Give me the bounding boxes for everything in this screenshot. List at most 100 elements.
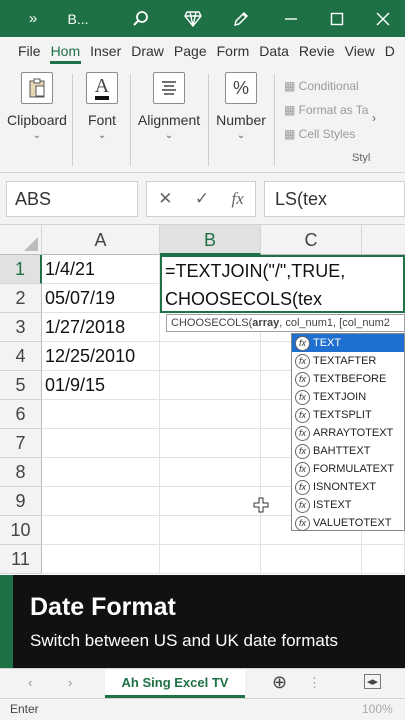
next-sheet-icon[interactable]: › — [68, 675, 72, 690]
search-icon[interactable] — [126, 0, 156, 37]
maximize-icon[interactable] — [322, 0, 352, 37]
conditional-formatting-button[interactable]: ▦ Conditional — [284, 74, 368, 98]
grid-cell[interactable] — [42, 400, 160, 429]
name-box[interactable]: ABS — [6, 181, 138, 217]
grid-cell[interactable] — [160, 371, 261, 400]
sheet-tab-bar: ‹ › Ah Sing Excel TV ⊕ ⋮ ◂▸ — [0, 668, 405, 698]
column-header-a[interactable]: A — [42, 225, 160, 255]
chevron-down-icon: ⌄ — [32, 130, 42, 141]
row-header[interactable]: 3 — [0, 313, 42, 342]
tab-review[interactable]: Revie — [294, 37, 340, 66]
grid-cell[interactable] — [160, 458, 261, 487]
chevron-right-icon[interactable]: › — [372, 111, 376, 125]
autocomplete-item[interactable]: fx TEXTJOIN — [292, 388, 404, 406]
row-header[interactable]: 10 — [0, 516, 42, 545]
grid-cell[interactable] — [160, 342, 261, 371]
divider — [72, 74, 73, 166]
row-header[interactable]: 8 — [0, 458, 42, 487]
divider — [274, 74, 275, 166]
grid-cell[interactable] — [160, 545, 261, 574]
grid-cell[interactable] — [362, 545, 405, 574]
tab-data[interactable]: Data — [254, 37, 294, 66]
autocomplete-item[interactable]: fx ISTEXT — [292, 496, 404, 514]
cell-a4[interactable]: 12/25/2010 — [42, 342, 160, 371]
autocomplete-item[interactable]: fx ISNONTEXT — [292, 478, 404, 496]
select-all-corner[interactable] — [0, 225, 42, 255]
active-cell-editor[interactable]: =TEXTJOIN("/",TRUE, CHOOSECOLS(tex — [160, 255, 405, 313]
expand-button[interactable]: » — [18, 0, 48, 37]
font-group[interactable]: A Font ⌄ — [82, 72, 122, 141]
formula-bar[interactable]: LS(tex — [264, 181, 405, 217]
function-tooltip[interactable]: CHOOSECOLS(array, col_num1, [col_num2 — [166, 314, 405, 332]
cell-a3[interactable]: 1/27/2018 — [42, 313, 160, 342]
autocomplete-item[interactable]: fx TEXTSPLIT — [292, 406, 404, 424]
tab-developer[interactable]: D — [380, 37, 400, 66]
autocomplete-list: fx TEXT fx TEXTAFTER fx TEXTBEFORE fx TEXTJO… — [291, 333, 405, 531]
formula-line-1: =TEXTJOIN("/",TRUE, — [165, 261, 346, 281]
row-header[interactable]: 11 — [0, 545, 42, 574]
diamond-icon[interactable] — [178, 0, 208, 37]
grid-cell[interactable] — [160, 516, 261, 545]
function-icon: fx — [295, 371, 310, 387]
column-header-c[interactable]: C — [261, 225, 362, 255]
row-header[interactable]: 1 — [0, 255, 42, 284]
enter-icon[interactable]: ✓ — [195, 189, 209, 209]
scroll-tabs-icon[interactable]: ◂▸ — [364, 674, 382, 689]
column-header-b[interactable]: B — [160, 225, 261, 255]
autocomplete-item[interactable]: fx TEXTBEFORE — [292, 370, 404, 388]
row-header[interactable]: 5 — [0, 371, 42, 400]
pen-icon[interactable] — [226, 0, 256, 37]
cell-a2[interactable]: 05/07/19 — [42, 284, 160, 313]
cancel-icon[interactable]: ✕ — [158, 189, 172, 209]
cell-a5[interactable]: 01/9/15 — [42, 371, 160, 400]
tab-page[interactable]: Page — [169, 37, 212, 66]
caption-banner: Date Format Switch between US and UK dat… — [0, 575, 405, 668]
grid-cell[interactable] — [42, 429, 160, 458]
row-header[interactable]: 7 — [0, 429, 42, 458]
autocomplete-item[interactable]: fx VALUETOTEXT — [292, 514, 404, 532]
tab-insert[interactable]: Inser — [85, 37, 126, 66]
tab-formulas[interactable]: Form — [212, 37, 255, 66]
grid-cell[interactable] — [160, 400, 261, 429]
row-header[interactable]: 4 — [0, 342, 42, 371]
tab-view[interactable]: View — [340, 37, 380, 66]
format-as-table-button[interactable]: ▦ Format as Ta — [284, 98, 368, 122]
spreadsheet-grid: A B C 1 2 3 4 5 6 7 8 9 10 11 1/4/21 05/… — [0, 225, 405, 575]
autocomplete-item[interactable]: fx ARRAYTOTEXT — [292, 424, 404, 442]
prev-sheet-icon[interactable]: ‹ — [28, 675, 32, 690]
grid-cell[interactable] — [261, 545, 362, 574]
tab-home[interactable]: Hom — [46, 37, 86, 66]
clipboard-group[interactable]: Clipboard ⌄ — [7, 72, 67, 141]
grid-cell[interactable] — [42, 458, 160, 487]
row-header[interactable]: 9 — [0, 487, 42, 516]
row-header[interactable]: 6 — [0, 400, 42, 429]
cell-styles-icon: ▦ — [284, 127, 299, 141]
alignment-group[interactable]: Alignment ⌄ — [138, 72, 200, 141]
grid-cell[interactable] — [42, 487, 160, 516]
cell-styles-button[interactable]: ▦ Cell Styles — [284, 122, 368, 146]
grid-cell[interactable] — [160, 487, 261, 516]
zoom-level[interactable]: 100% — [362, 702, 393, 716]
chevron-down-icon: ⌄ — [236, 130, 246, 141]
sheet-tab[interactable]: Ah Sing Excel TV — [105, 669, 245, 698]
number-group[interactable]: % Number ⌄ — [216, 72, 266, 141]
grid-cell[interactable] — [42, 516, 160, 545]
column-header-d[interactable] — [362, 225, 405, 255]
autocomplete-item[interactable]: fx TEXT — [292, 334, 404, 352]
tab-draw[interactable]: Draw — [126, 37, 169, 66]
cell-a1[interactable]: 1/4/21 — [42, 255, 160, 284]
tab-file[interactable]: File — [0, 37, 46, 66]
banner-accent-bar — [0, 575, 13, 668]
autocomplete-item[interactable]: fx BAHTTEXT — [292, 442, 404, 460]
grid-cell[interactable] — [160, 429, 261, 458]
ribbon: Clipboard ⌄ A Font ⌄ Alignment ⌄ % Numbe… — [0, 66, 405, 173]
add-sheet-icon[interactable]: ⊕ — [272, 672, 287, 693]
autocomplete-item[interactable]: fx FORMULATEXT — [292, 460, 404, 478]
more-icon[interactable]: ⋮ — [308, 675, 321, 691]
row-header[interactable]: 2 — [0, 284, 42, 313]
autocomplete-item[interactable]: fx TEXTAFTER — [292, 352, 404, 370]
grid-cell[interactable] — [42, 545, 160, 574]
insert-function-icon[interactable]: fx — [232, 189, 244, 209]
close-icon[interactable] — [368, 0, 398, 37]
minimize-icon[interactable] — [276, 0, 306, 37]
